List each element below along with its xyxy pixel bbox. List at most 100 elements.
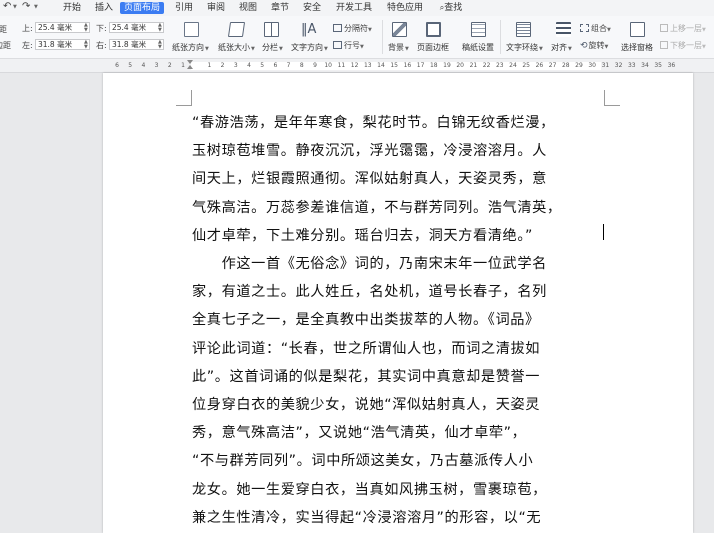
ruler-tick-label: 28 [561, 62, 570, 69]
margin-bottom-stepper[interactable]: ▲ ▼ [158, 23, 162, 33]
line-number-button[interactable]: 行号▼ [333, 40, 364, 51]
document-line: 气殊高洁。万蕊参差谁信道，不与群芳同列。浩气清英， [192, 199, 562, 216]
margin-bottom-label: 下: [96, 24, 107, 33]
margin-left-label: 左: [22, 41, 33, 50]
text-direction-label: 文字方向 [291, 43, 323, 52]
send-backward-button[interactable]: 下移一层▼ [660, 40, 706, 51]
menu-tab-bar: ↶ ▼ ↷ ▼ 开始 插入 页面布局 引用 审阅 视图 章节 安全 开发工具 特… [0, 0, 714, 16]
ruler-tick-label: 33 [627, 62, 636, 69]
ruler-tick-label: 30 [588, 62, 596, 69]
align-icon[interactable] [556, 22, 571, 37]
tab-developer[interactable]: 开发工具 [334, 2, 374, 14]
group-button[interactable]: 组合▼ [580, 23, 611, 34]
tab-section[interactable]: 章节 [266, 2, 294, 14]
chevron-down-icon: ▼ [702, 27, 706, 33]
text-wrap-icon[interactable] [516, 22, 531, 37]
margin-corner-mark-top-right [604, 90, 620, 106]
undo-icon[interactable]: ↶ [3, 1, 11, 12]
columns-label: 分栏 [262, 43, 278, 52]
break-label: 分隔符 [344, 24, 368, 33]
tab-references[interactable]: 引用 [170, 2, 198, 14]
margin-top-field[interactable]: 25.4 毫米 [35, 22, 90, 33]
chevron-down-icon: ▼ [279, 46, 283, 52]
margins-button-partial-label[interactable]: 边距 [0, 40, 11, 51]
text-wrap-button[interactable]: 文字环绕▼ [506, 42, 543, 53]
paper-size-button[interactable]: 纸张大小▼ [218, 42, 255, 53]
rotate-button[interactable]: ⟲旋转▼ [580, 40, 608, 51]
search-label: 查找 [444, 3, 463, 13]
margin-left-stepper[interactable]: ▲ ▼ [84, 40, 88, 50]
margin-left-field[interactable]: 31.8 毫米 [35, 39, 90, 50]
manuscript-button[interactable]: 稿纸设置 [462, 42, 494, 53]
background-label: 背景 [388, 43, 404, 52]
document-line: 玉树琼苞堆雪。静夜沉沉，浮光霭霭，冷浸溶溶月。人 [192, 143, 547, 160]
undo-dropdown-icon[interactable]: ▼ [13, 4, 17, 10]
ruler-tick-label: 5 [260, 62, 265, 69]
tab-search[interactable]: ⌕查找 [434, 2, 468, 14]
tab-review[interactable]: 审阅 [202, 2, 230, 14]
background-icon[interactable] [392, 22, 407, 37]
ruler-tick-label: 22 [482, 62, 491, 69]
tab-insert[interactable]: 插入 [90, 2, 118, 14]
ruler-tick-label: 15 [390, 62, 398, 69]
columns-icon[interactable] [264, 22, 279, 37]
selection-pane-icon[interactable] [630, 22, 645, 37]
background-button[interactable]: 背景▼ [388, 42, 409, 53]
document-line: “春游浩荡，是年年寒食，梨花时节。白锦无纹香烂漫， [192, 115, 555, 131]
document-line: 间天上，烂银霞照通彻。浑似姑射真人，天姿灵秀，意 [192, 171, 547, 188]
chevron-down-icon: ▼ [539, 46, 543, 52]
document-line: 秀，意气殊高洁”，又说她“浩气清英，仙才卓荦”， [192, 425, 527, 442]
ruler-tick-label: 8 [299, 62, 304, 69]
group-icon [580, 24, 589, 32]
tab-view[interactable]: 视图 [234, 2, 262, 14]
redo-icon[interactable]: ↷ [22, 1, 30, 12]
page-border-button[interactable]: 页面边框 [417, 42, 449, 53]
chevron-down-icon: ▼ [604, 44, 609, 50]
horizontal-ruler[interactable]: 6 5 4 3 2 1 1 2 3 4 5 6 7 8 9 10 11 12 13 14 15 16 17 18 19 20 21 2… [0, 59, 714, 73]
margin-right-stepper[interactable]: ▲ ▼ [158, 40, 162, 50]
manuscript-icon[interactable] [471, 22, 486, 37]
document-line: 位身穿白衣的美貌少女，说她“浑似姑射真人，天姿灵 [192, 397, 541, 413]
margin-right-label: 右: [96, 41, 107, 50]
send-backward-label: 下移一层 [670, 41, 702, 50]
ruler-tick-label: 27 [548, 62, 557, 69]
document-line: “不与群芳同列”。词中所颂这美女，乃古墓派传人小 [192, 453, 534, 470]
margin-bottom-field[interactable]: 25.4 毫米 [109, 22, 164, 33]
orientation-icon[interactable] [184, 22, 199, 37]
ribbon-toolbar: 距 边距 上: 25.4 毫米 ▲▼ 下: 25.4 毫米 ▲▼ 左: 31.8… [0, 16, 714, 59]
document-page[interactable]: “春游浩荡，是年年寒食，梨花时节。白锦无纹香烂漫， 玉树琼苞堆雪。静夜沉沉，浮光霭… [103, 73, 693, 533]
margin-top-stepper[interactable]: ▲ ▼ [84, 23, 88, 33]
chevron-down-icon: ▼ [324, 46, 328, 52]
quick-access-more-icon[interactable]: ▼ [34, 4, 38, 10]
text-wrap-label: 文字环绕 [506, 43, 538, 52]
tab-page-layout[interactable]: 页面布局 [120, 2, 164, 14]
ruler-tick-label: 31 [601, 62, 610, 69]
bring-forward-button[interactable]: 上移一层▼ [660, 23, 706, 34]
ruler-tick-label: 6 [273, 62, 278, 69]
ruler-tick-label: 20 [456, 62, 464, 69]
tab-security[interactable]: 安全 [298, 2, 326, 14]
ruler-tick-label: 3 [233, 62, 238, 69]
margin-right-field[interactable]: 31.8 毫米 [109, 39, 164, 50]
ruler-tick-label: 24 [509, 62, 517, 69]
columns-button[interactable]: 分栏▼ [262, 42, 283, 53]
break-button[interactable]: 分隔符▼ [333, 23, 372, 34]
ruler-tick-label: 9 [313, 62, 317, 69]
selection-pane-button[interactable]: 选择窗格 [621, 42, 653, 53]
text-direction-button[interactable]: 文字方向▼ [291, 42, 328, 53]
ruler-tick-label: 36 [667, 62, 676, 69]
ruler-tick-label: 25 [522, 62, 530, 69]
tab-home[interactable]: 开始 [58, 2, 86, 14]
paper-size-icon[interactable] [227, 22, 246, 37]
align-button[interactable]: 对齐▼ [551, 42, 572, 53]
chevron-down-icon: ▼ [405, 46, 409, 52]
text-direction-icon[interactable]: ‖A [301, 22, 316, 37]
rotate-icon: ⟲ [580, 41, 588, 51]
ruler-tick-label: 21 [469, 62, 478, 69]
orientation-button[interactable]: 纸张方向▼ [172, 42, 209, 53]
send-backward-icon [660, 41, 668, 49]
margins-button-partial-top[interactable]: 距 [0, 24, 7, 35]
tab-featured-apps[interactable]: 特色应用 [384, 2, 426, 14]
page-border-icon[interactable] [426, 22, 441, 37]
chevron-down-icon: ▼ [251, 46, 255, 52]
